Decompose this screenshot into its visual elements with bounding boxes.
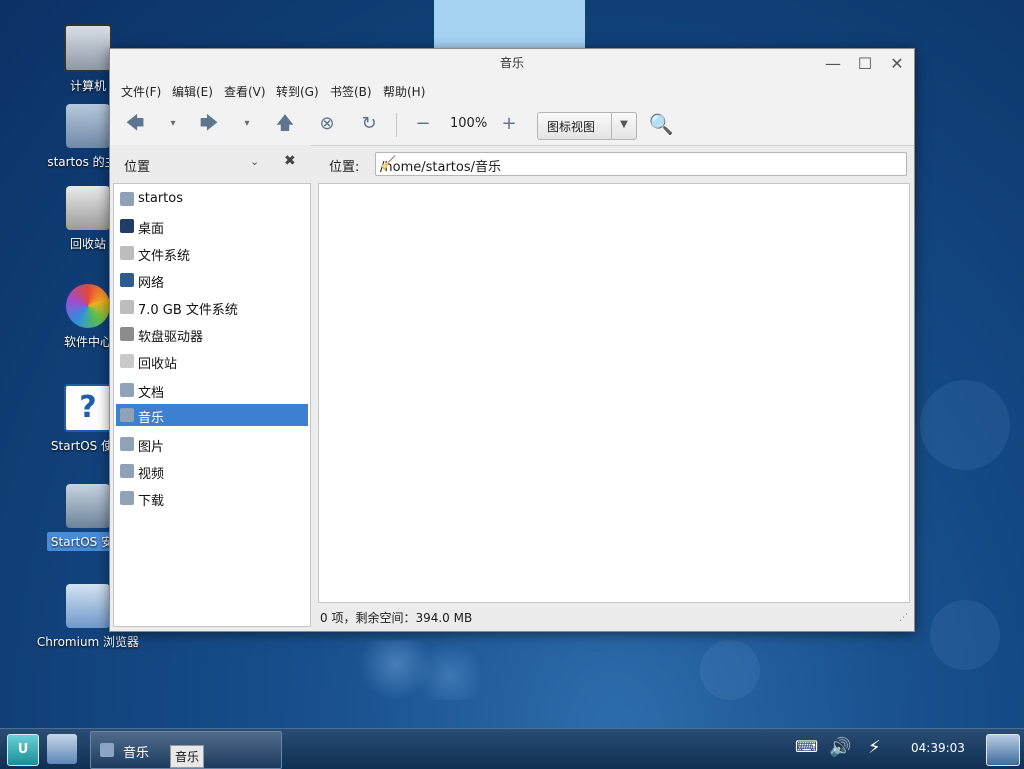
location-input[interactable]: /home/startos/音乐 🧹: [375, 152, 907, 176]
sidebar-item-pictures[interactable]: 图片: [116, 433, 308, 455]
sidebar-title: 位置: [124, 160, 151, 175]
sidebar-item-home[interactable]: startos: [116, 188, 308, 210]
arrow-up-icon: 🡅: [275, 113, 295, 134]
toolbar: 🡄 ▾ 🡆 ▾ 🡅 ⊗ ↻ − 100% + 图标视图 ▼ 🔍: [110, 103, 914, 146]
network-status-icon[interactable]: ⚡: [868, 737, 881, 758]
floppy-icon: [120, 327, 134, 341]
status-bar: 0 项，剩余空间：394.0 MB ⋰: [318, 605, 914, 629]
start-menu-button[interactable]: ᑌ: [7, 734, 39, 766]
menu-file[interactable]: 文件(F): [121, 83, 161, 100]
sidebar-close-button[interactable]: ✖: [284, 153, 296, 169]
tooltip: 音乐: [170, 745, 205, 768]
back-history-dropdown[interactable]: ▾: [166, 111, 180, 137]
zoom-level: 100%: [450, 116, 488, 131]
file-manager-window: 音乐 — ☐ ✕ 文件(F) 编辑(E) 查看(V) 转到(G) 书签(B) 帮…: [109, 48, 915, 632]
title-bar[interactable]: 音乐 — ☐ ✕: [110, 49, 914, 79]
sidebar-item-network[interactable]: 网络: [116, 269, 308, 291]
arrow-left-icon: 🡄: [125, 113, 145, 134]
maximize-button[interactable]: ☐: [856, 55, 874, 73]
home-folder-icon: [66, 104, 110, 148]
view-mode-label: 图标视图: [547, 120, 596, 134]
minus-icon: −: [415, 113, 431, 134]
plus-icon: +: [501, 113, 517, 134]
folder-icon: [100, 743, 114, 757]
software-center-icon: [66, 284, 110, 328]
window-title: 音乐: [499, 56, 524, 70]
view-mode-select[interactable]: 图标视图 ▼: [537, 112, 637, 140]
keyboard-icon[interactable]: ⌨: [795, 737, 818, 756]
zoom-out-button[interactable]: −: [410, 111, 436, 137]
sidebar-item-desktop[interactable]: 桌面: [116, 215, 308, 237]
chevron-down-icon: ▾: [244, 118, 250, 129]
trash-icon: [120, 354, 134, 368]
reload-button[interactable]: ↻: [356, 111, 382, 137]
network-icon: [120, 273, 134, 287]
search-icon: 🔍: [648, 112, 674, 136]
documents-folder-icon: [120, 383, 134, 397]
drive-icon: [120, 300, 134, 314]
location-label: 位置:: [329, 160, 360, 175]
sidebar-item-documents[interactable]: 文档: [116, 379, 308, 401]
help-icon: ?: [64, 384, 112, 432]
chevron-down-icon: ▼: [611, 113, 636, 139]
pictures-folder-icon: [120, 437, 134, 451]
music-folder-icon: [120, 408, 134, 422]
menu-bookmarks[interactable]: 书签(B): [330, 83, 372, 100]
downloads-folder-icon: [120, 491, 134, 505]
sidebar-item-trash[interactable]: 回收站: [116, 350, 308, 372]
sidebar-mode-dropdown[interactable]: ⌄: [250, 155, 259, 168]
startos-logo-icon: ᑌ: [17, 742, 29, 757]
file-view-area[interactable]: [318, 183, 910, 603]
sidebar-item-videos[interactable]: 视频: [116, 460, 308, 482]
reload-icon: ↻: [361, 113, 377, 134]
stop-button[interactable]: ⊗: [314, 111, 340, 137]
forward-button[interactable]: 🡆: [196, 111, 222, 137]
show-desktop-button[interactable]: [986, 734, 1020, 766]
videos-folder-icon: [120, 464, 134, 478]
sidebar-item-filesystem[interactable]: 文件系统: [116, 242, 308, 264]
places-sidebar: startos 桌面 文件系统 网络 7.0 GB 文件系统 软盘驱动器 回收站: [113, 183, 311, 627]
stop-icon: ⊗: [319, 113, 335, 134]
desktop-icon: [120, 219, 134, 233]
up-button[interactable]: 🡅: [272, 111, 298, 137]
menu-view[interactable]: 查看(V): [224, 83, 266, 100]
chromium-launcher[interactable]: [47, 734, 77, 764]
zoom-in-button[interactable]: +: [496, 111, 522, 137]
taskbar: ᑌ 音乐 ⌨ 🔊 ⚡ 04:39:03: [0, 728, 1024, 769]
sidebar-item-volume[interactable]: 7.0 GB 文件系统: [116, 296, 308, 318]
location-bar: 位置: /home/startos/音乐 🧹: [315, 145, 914, 181]
chevron-down-icon: ▾: [170, 118, 176, 129]
menu-bar: 文件(F) 编辑(E) 查看(V) 转到(G) 书签(B) 帮助(H): [110, 79, 914, 103]
menu-help[interactable]: 帮助(H): [383, 83, 425, 100]
sidebar-header: 位置 ⌄ ✖: [110, 145, 310, 181]
computer-icon: [64, 24, 112, 72]
back-button[interactable]: 🡄: [122, 111, 148, 137]
arrow-right-icon: 🡆: [199, 113, 219, 134]
close-button[interactable]: ✕: [888, 55, 906, 73]
resize-grip[interactable]: ⋰: [899, 613, 908, 623]
toolbar-separator: [396, 113, 397, 137]
forward-history-dropdown[interactable]: ▾: [240, 111, 254, 137]
drive-icon: [120, 246, 134, 260]
sidebar-item-downloads[interactable]: 下载: [116, 487, 308, 509]
wallpaper-highlight: [434, 0, 585, 50]
clear-location-icon[interactable]: 🧹: [380, 156, 902, 171]
trash-icon: [66, 186, 110, 230]
home-folder-icon: [120, 192, 134, 206]
clock[interactable]: 04:39:03: [911, 741, 965, 755]
menu-edit[interactable]: 编辑(E): [172, 83, 213, 100]
volume-icon[interactable]: 🔊: [829, 737, 851, 758]
chromium-icon: [66, 584, 110, 628]
search-button[interactable]: 🔍: [648, 111, 674, 137]
sidebar-item-music[interactable]: 音乐: [116, 404, 308, 426]
minimize-button[interactable]: —: [824, 55, 842, 73]
sidebar-item-floppy[interactable]: 软盘驱动器: [116, 323, 308, 345]
menu-go[interactable]: 转到(G): [276, 83, 319, 100]
status-text: 0 项，剩余空间：394.0 MB: [320, 611, 473, 625]
installer-icon: [66, 484, 110, 528]
